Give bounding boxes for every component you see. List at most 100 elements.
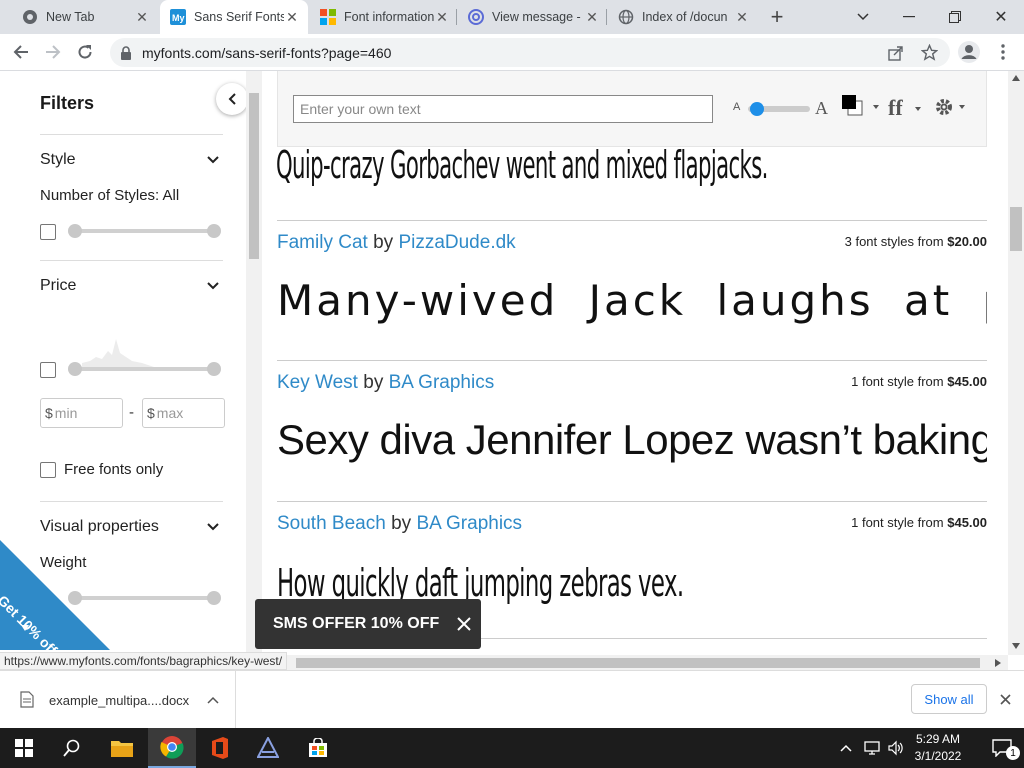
font-name-link[interactable]: Key West — [277, 372, 358, 393]
weight-slider-max-handle[interactable] — [207, 591, 221, 605]
foundry-link[interactable]: BA Graphics — [416, 513, 522, 534]
price-section-heading[interactable]: Price — [40, 277, 76, 295]
chevron-down-icon[interactable] — [206, 281, 220, 291]
collapse-filters-button[interactable] — [216, 83, 248, 115]
office-icon[interactable] — [196, 728, 244, 768]
tray-overflow-chevron-icon[interactable] — [840, 744, 852, 752]
address-bar[interactable]: myfonts.com/sans-serif-fonts?page=460 — [110, 38, 950, 67]
scroll-up-arrow-icon[interactable] — [1012, 75, 1020, 81]
forward-arrow-icon[interactable] — [38, 37, 68, 67]
tab-index-of[interactable]: Index of /docun ✕ — [610, 0, 758, 34]
font-size-slider[interactable] — [748, 102, 810, 116]
settings-gear-icon[interactable] — [934, 95, 974, 119]
styles-filter-checkbox[interactable] — [40, 224, 56, 240]
volume-icon[interactable] — [888, 740, 904, 756]
styles-slider-max-handle[interactable] — [207, 224, 221, 238]
inkscape-icon[interactable] — [244, 728, 292, 768]
free-fonts-label[interactable]: Free fonts only — [64, 461, 163, 478]
filters-title: Filters — [40, 93, 95, 113]
font-sample-text[interactable]: Many-wived Jack laughs at probes — [277, 276, 987, 325]
min-price-input[interactable]: $ min — [40, 398, 123, 428]
foundry-link[interactable]: PizzaDude.dk — [398, 232, 515, 253]
chrome-taskbar-icon[interactable] — [148, 728, 196, 768]
scroll-down-arrow-icon[interactable] — [1012, 643, 1020, 649]
page-scrollbar[interactable] — [1008, 71, 1024, 655]
by-label: by — [363, 372, 384, 393]
styles-slider-min-handle[interactable] — [68, 224, 82, 238]
reload-icon[interactable] — [70, 37, 100, 67]
tab-view-message[interactable]: View message - ✕ — [460, 0, 608, 34]
tab-search-chevron-icon[interactable] — [840, 0, 886, 34]
close-tab-icon[interactable]: ✕ — [434, 9, 450, 25]
tab-sans-serif-fonts[interactable]: My Sans Serif Fonts ✕ — [160, 0, 308, 34]
styles-slider-track[interactable] — [75, 229, 214, 233]
show-all-button[interactable]: Show all — [911, 684, 987, 714]
font-name-link[interactable]: South Beach — [277, 513, 386, 534]
scroll-right-arrow-icon[interactable] — [995, 659, 1001, 667]
font-price: 3 font styles from $20.00 — [844, 234, 987, 249]
download-item[interactable]: example_multipa....docx — [0, 671, 236, 728]
sms-offer-toast[interactable]: SMS OFFER 10% OFF — [255, 599, 481, 649]
close-tab-icon[interactable]: ✕ — [284, 9, 300, 25]
clock-date[interactable]: 3/1/2022 — [912, 749, 964, 763]
color-picker-icon[interactable] — [840, 95, 880, 121]
restore-icon[interactable] — [932, 0, 978, 34]
chevron-down-icon[interactable] — [206, 155, 220, 165]
share-icon[interactable] — [888, 45, 904, 61]
windows-start-icon[interactable] — [0, 728, 48, 768]
tab-title: Sans Serif Fonts — [194, 10, 284, 24]
download-shelf: example_multipa....docx Show all — [0, 670, 1024, 728]
clock-time[interactable]: 5:29 AM — [912, 732, 964, 746]
number-of-styles-label: Number of Styles: All — [40, 187, 180, 204]
tab-new-tab[interactable]: New Tab ✕ — [10, 0, 158, 34]
profile-avatar-icon[interactable] — [954, 37, 984, 67]
toolbar: myfonts.com/sans-serif-fonts?page=460 — [0, 34, 1024, 71]
store-icon[interactable] — [294, 728, 342, 768]
chevron-down-icon[interactable] — [206, 522, 220, 532]
new-tab-plus-icon[interactable]: + — [754, 0, 800, 34]
style-section-heading[interactable]: Style — [40, 151, 76, 169]
minimize-icon[interactable] — [886, 0, 932, 34]
price-filter-checkbox[interactable] — [40, 362, 56, 378]
chevron-up-icon[interactable] — [207, 696, 219, 704]
sample-text-input[interactable]: Enter your own text — [293, 95, 713, 123]
file-explorer-icon[interactable] — [98, 728, 146, 768]
close-window-icon[interactable]: ✕ — [978, 0, 1024, 34]
size-small-label: A — [733, 101, 741, 113]
ligatures-ff-icon[interactable]: ff — [888, 93, 928, 121]
search-icon[interactable] — [48, 728, 96, 768]
free-fonts-checkbox[interactable] — [40, 462, 56, 478]
horizontal-scrollbar-thumb[interactable] — [296, 658, 980, 668]
max-price-input[interactable]: $ max — [142, 398, 225, 428]
font-sample-text[interactable]: Quip-crazy Gorbachev went and mixed flap… — [276, 143, 768, 187]
font-row-family-cat: Family Cat by PizzaDude.dk 3 font styles… — [277, 220, 987, 360]
get-10-off-ribbon[interactable]: Get 10% off! — [0, 540, 110, 650]
font-price: 1 font style from $45.00 — [851, 515, 987, 530]
close-icon[interactable] — [457, 617, 471, 631]
close-tab-icon[interactable]: ✕ — [584, 9, 600, 25]
tab-font-information[interactable]: Font information ✕ — [310, 0, 458, 34]
font-size-slider-handle[interactable] — [750, 102, 765, 116]
menu-dots-icon[interactable] — [988, 37, 1018, 67]
svg-text:My: My — [172, 13, 185, 23]
font-sample-text[interactable]: Sexy diva Jennifer Lopez wasn’t baking m… — [277, 416, 987, 464]
star-icon[interactable] — [921, 44, 938, 61]
action-center-icon[interactable]: 1 — [980, 728, 1024, 768]
sidebar-scrollbar-thumb[interactable] — [249, 93, 259, 259]
price-range-dash: - — [129, 404, 134, 421]
price-slider-max-handle[interactable] — [207, 362, 221, 376]
page-scrollbar-thumb[interactable] — [1010, 207, 1022, 251]
back-arrow-icon[interactable] — [6, 37, 36, 67]
microsoft-icon — [320, 9, 336, 25]
windows-taskbar: 5:29 AM 3/1/2022 1 — [0, 728, 1024, 768]
price-slider-min-handle[interactable] — [68, 362, 82, 376]
font-name-link[interactable]: Family Cat — [277, 232, 368, 253]
close-shelf-icon[interactable] — [1000, 694, 1011, 705]
close-tab-icon[interactable]: ✕ — [734, 9, 750, 25]
price-slider-track[interactable] — [75, 367, 214, 371]
close-tab-icon[interactable]: ✕ — [134, 9, 150, 25]
foundry-link[interactable]: BA Graphics — [389, 372, 495, 393]
visual-properties-heading[interactable]: Visual properties — [40, 518, 159, 536]
promo-ribbon-shape — [0, 540, 110, 650]
network-icon[interactable] — [864, 740, 880, 756]
